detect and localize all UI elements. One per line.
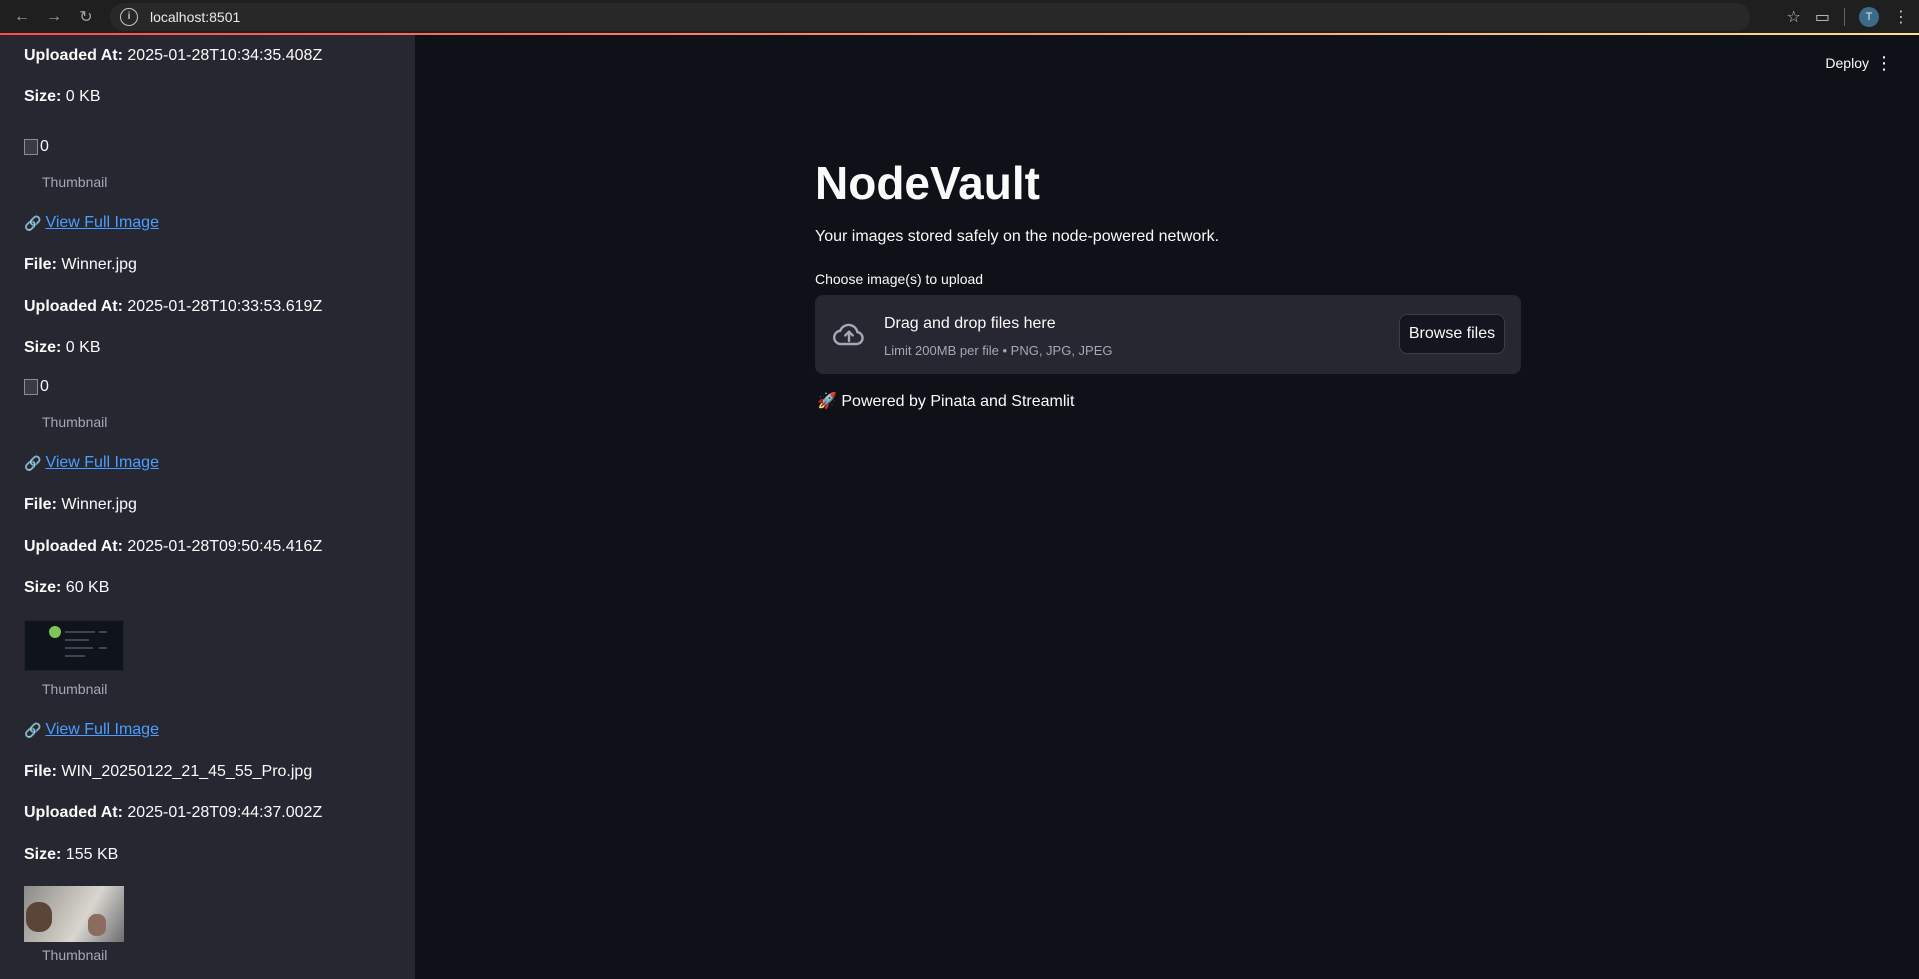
powered-by-text: 🚀 Powered by Pinata and Streamlit (817, 393, 1075, 410)
toolbar-divider (1844, 7, 1845, 26)
thumbnail-caption: Thumbnail (42, 414, 108, 430)
uploaded-at-field: Uploaded At: 2025-01-28T09:50:45.416Z (24, 538, 323, 555)
deploy-button[interactable]: Deploy (1825, 55, 1869, 71)
file-field: File: Winner.jpg (24, 256, 137, 273)
link-icon: 🔗 (24, 214, 42, 231)
broken-image-icon (24, 379, 38, 395)
sidebar[interactable]: Uploaded At: 2025-01-28T10:34:35.408Z Si… (0, 35, 415, 979)
forward-icon[interactable]: → (38, 1, 70, 33)
uploaded-at-field: Uploaded At: 2025-01-28T10:33:53.619Z (24, 298, 323, 315)
cloud-upload-icon (833, 323, 864, 346)
dropzone-hint: Limit 200MB per file • PNG, JPG, JPEG (884, 343, 1113, 358)
thumbnail-caption: Thumbnail (42, 681, 108, 697)
thumbnail-image (24, 886, 124, 942)
thumbnail-image (24, 620, 124, 671)
upload-label: Choose image(s) to upload (815, 271, 984, 287)
browse-files-button[interactable]: Browse files (1399, 314, 1505, 354)
address-bar[interactable]: i localhost:8501 (110, 2, 1750, 31)
file-dropzone[interactable]: Drag and drop files here Limit 200MB per… (815, 295, 1521, 374)
link-icon: 🔗 (24, 454, 42, 471)
main-menu-icon[interactable]: ⋮ (1875, 53, 1893, 74)
profile-avatar[interactable]: T (1859, 6, 1879, 27)
uploaded-at-field: Uploaded At: 2025-01-28T09:44:37.002Z (24, 804, 323, 821)
thumbnail-caption: Thumbnail (42, 174, 108, 190)
thumbnail-caption: Thumbnail (42, 947, 108, 963)
file-field: File: WIN_20250122_21_45_55_Pro.jpg (24, 763, 313, 780)
extensions-icon[interactable]: ▭ (1815, 7, 1830, 27)
site-info-icon[interactable]: i (120, 7, 138, 26)
size-field: Size: 155 KB (24, 846, 119, 863)
view-full-image-link[interactable]: 🔗 View Full Image (24, 721, 159, 739)
bookmark-star-icon[interactable]: ☆ (1787, 7, 1801, 27)
page-title: NodeVault (815, 157, 1040, 209)
main-content: Deploy ⋮ NodeVault Your images stored sa… (415, 35, 1919, 979)
size-field: Size: 60 KB (24, 579, 110, 596)
dropzone-title: Drag and drop files here (884, 315, 1056, 332)
url-text: localhost:8501 (150, 8, 241, 25)
broken-image-icon (24, 139, 38, 155)
browser-toolbar: ← → ↻ i localhost:8501 ☆ ▭ T ⋮ (0, 0, 1919, 33)
broken-image: 0 (24, 378, 49, 396)
browser-menu-icon[interactable]: ⋮ (1893, 7, 1909, 27)
view-full-image-link[interactable]: 🔗 View Full Image (24, 214, 159, 232)
link-icon: 🔗 (24, 721, 42, 738)
uploaded-at-field: Uploaded At: 2025-01-28T10:34:35.408Z (24, 47, 323, 64)
page-subtitle: Your images stored safely on the node-po… (815, 228, 1220, 245)
file-field: File: Winner.jpg (24, 496, 137, 513)
back-icon[interactable]: ← (6, 1, 38, 33)
view-full-image-link[interactable]: 🔗 View Full Image (24, 454, 159, 472)
reload-icon[interactable]: ↻ (70, 1, 102, 33)
size-field: Size: 0 KB (24, 339, 101, 356)
broken-image: 0 (24, 138, 49, 156)
rocket-icon: 🚀 (817, 393, 837, 410)
size-field: Size: 0 KB (24, 88, 101, 105)
